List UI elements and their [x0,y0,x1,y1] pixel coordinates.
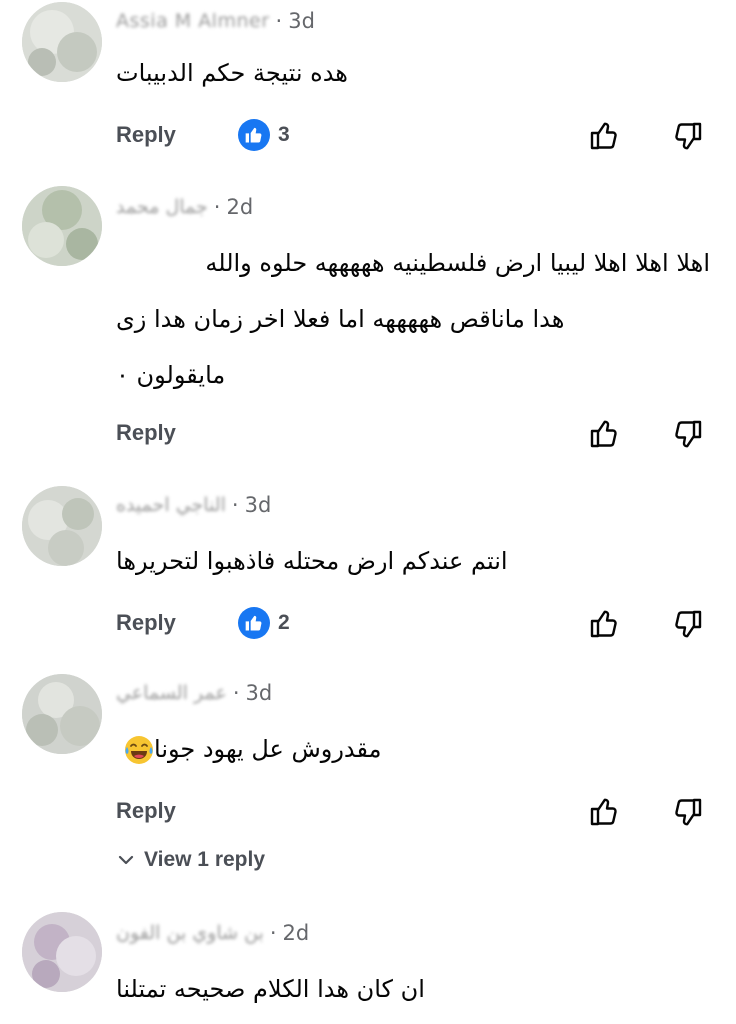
avatar[interactable] [22,674,102,754]
comment-actions: Reply 3 [0,116,736,156]
like-reaction-icon [238,119,270,151]
separator-dot: · [269,921,277,945]
like-count: 3 [278,123,290,146]
separator-dot: · [213,195,221,219]
author-name[interactable]: الناجي احميده [116,494,226,516]
reply-button[interactable]: Reply [116,122,176,148]
comment-text: ان كان هدا الكلام صحيحه تمتلنا [116,975,425,1003]
comment-text: انتم عندكم ارض محتله فاذهبوا لتحريرها [116,547,508,575]
author-name[interactable]: جمال محمد [116,196,208,218]
author-name[interactable]: بن شاوي بن الفون [116,922,264,944]
thumbs-down-icon[interactable] [670,606,706,642]
avatar[interactable] [22,186,102,266]
comment-text-line: هدا ماناقص هههههه اما فعلا اخر زمان هدا … [116,305,565,333]
comment-actions: Reply [0,792,736,832]
comment-meta: عمر السماعي · 3d [116,678,272,708]
view-replies-button[interactable]: View 1 reply [116,848,265,872]
laughing-emoji-icon [124,735,154,765]
thumbs-down-icon[interactable] [670,794,706,830]
thumbs-up-icon[interactable] [586,118,622,154]
reply-button[interactable]: Reply [116,610,176,636]
avatar-image [22,674,102,754]
thumbs-up-icon[interactable] [586,416,622,452]
reply-button[interactable]: Reply [116,420,176,446]
separator-dot: · [275,9,283,33]
author-name[interactable]: Assia M Almner [116,10,270,32]
thumbs-up-icon[interactable] [586,794,622,830]
like-reaction-icon [238,607,270,639]
comment-time: 2d [226,195,254,219]
reply-button[interactable]: Reply [116,798,176,824]
comment-meta: جمال محمد · 2d [116,192,253,222]
comment-text-content: مقدروش عل يهود جونا [154,735,382,763]
thumbs-down-icon[interactable] [670,416,706,452]
comment-meta: الناجي احميده · 3d [116,490,271,520]
separator-dot: · [232,681,240,705]
comment-time: 2d [282,921,310,945]
view-replies-label: View 1 reply [144,848,266,871]
reaction-summary[interactable]: 2 [238,607,290,639]
chevron-down-icon [118,855,134,865]
comment-time: 3d [245,681,273,705]
avatar[interactable] [22,912,102,992]
comment-time: 3d [244,493,272,517]
avatar[interactable] [22,2,102,82]
reaction-summary[interactable]: 3 [238,119,290,151]
comment-text-line: مايقولون ٠ [116,361,226,389]
comment-text-line: اهلا اهلا اهلا ليبيا ارض فلسطينيه هههههه… [205,249,710,277]
thumbs-up-icon[interactable] [586,606,622,642]
comment-text: مقدروش عل يهود جونا [116,734,706,765]
like-count: 2 [278,611,290,634]
comment-actions: Reply [0,414,736,454]
author-name[interactable]: عمر السماعي [116,682,227,704]
comment-meta: Assia M Almner · 3d [116,6,315,36]
avatar-image [22,2,102,82]
comment-actions: Reply 2 [0,604,736,644]
comment-text: هده نتيجة حكم الدبيبات [116,59,348,87]
avatar-image [22,186,102,266]
comment-time: 3d [288,9,315,33]
comment-meta: بن شاوي بن الفون · 2d [116,918,309,948]
thumbs-down-icon[interactable] [670,118,706,154]
avatar[interactable] [22,486,102,566]
avatar-image [22,912,102,992]
avatar-image [22,486,102,566]
separator-dot: · [231,493,239,517]
